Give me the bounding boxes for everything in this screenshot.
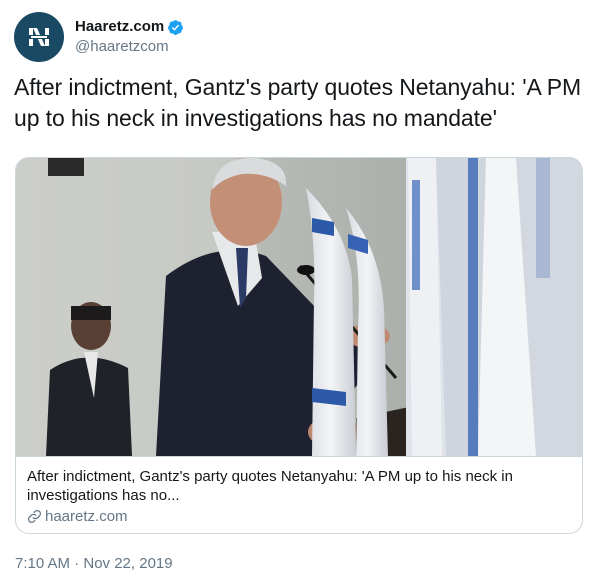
tweet-header: Haaretz.com @haaretzcom	[14, 12, 184, 62]
card-domain-text: haaretz.com	[45, 508, 128, 525]
link-card[interactable]: After indictment, Gantz's party quotes N…	[15, 157, 583, 534]
author-names: Haaretz.com @haaretzcom	[75, 17, 184, 57]
display-name[interactable]: Haaretz.com	[75, 17, 164, 37]
card-image[interactable]	[16, 158, 582, 456]
card-domain: haaretz.com	[27, 507, 571, 526]
card-title: After indictment, Gantz's party quotes N…	[27, 468, 513, 504]
tweet: Haaretz.com @haaretzcom After indictment…	[0, 0, 598, 584]
avatar[interactable]	[14, 12, 64, 62]
tweet-text: After indictment, Gantz's party quotes N…	[14, 74, 582, 131]
card-photo	[16, 158, 582, 456]
handle[interactable]: @haaretzcom	[75, 37, 184, 57]
link-icon	[27, 509, 42, 524]
tweet-timestamp[interactable]: 7:10 AM · Nov 22, 2019	[15, 555, 173, 572]
card-body[interactable]: After indictment, Gantz's party quotes N…	[16, 456, 582, 533]
name-row: Haaretz.com	[75, 17, 184, 37]
haaretz-logo-icon	[27, 28, 51, 46]
verified-badge-icon	[167, 19, 184, 36]
